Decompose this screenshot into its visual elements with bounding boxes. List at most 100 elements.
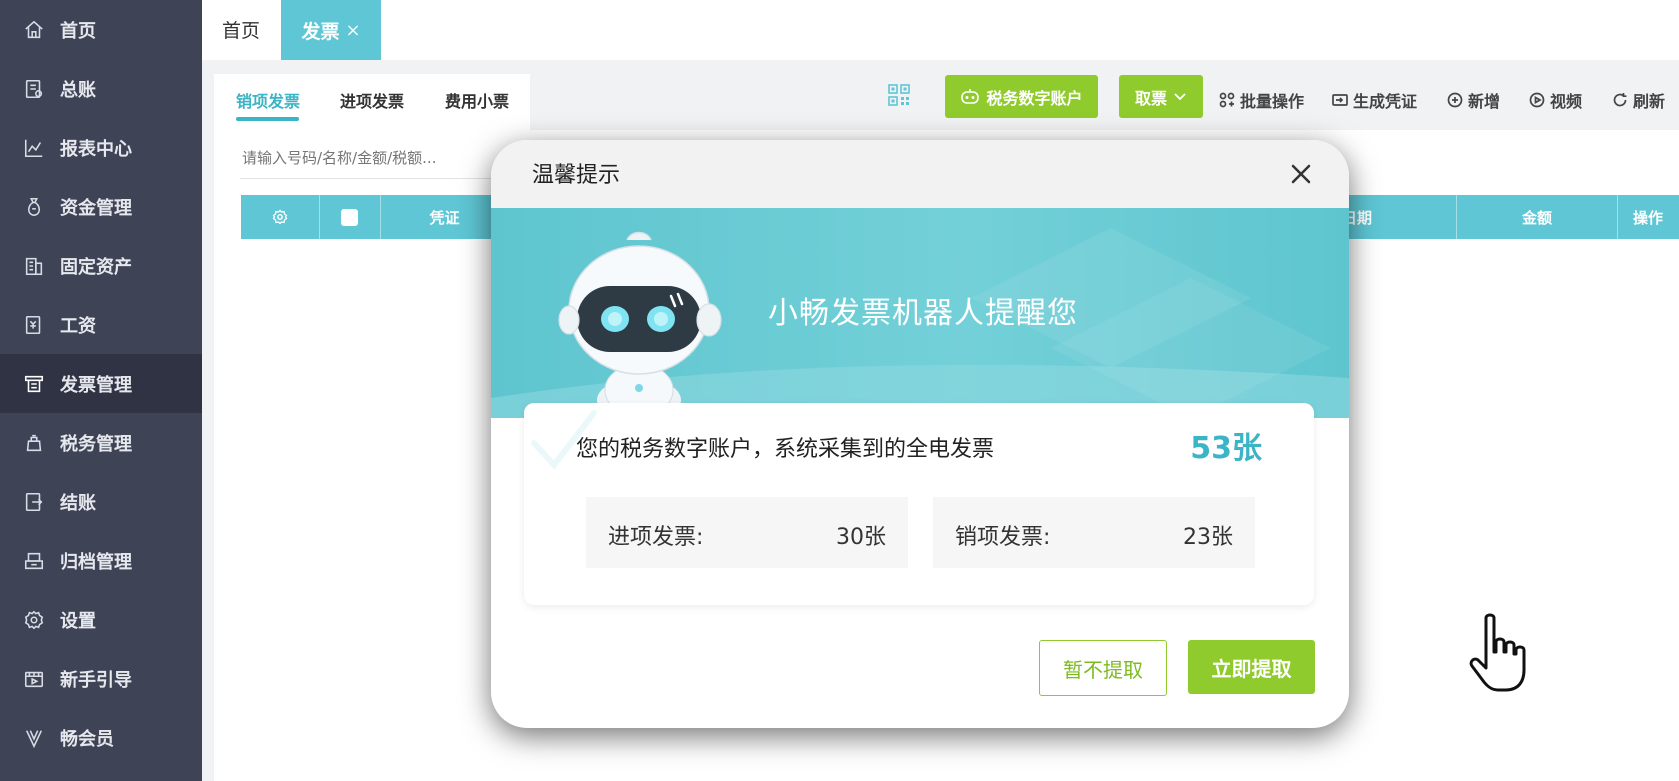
guide-icon: [22, 667, 46, 691]
reminder-dialog: 温馨提示 小畅发票机器人提醒您 您的税务数字账户，系统采集到的全电发票 53张 …: [491, 140, 1349, 728]
tax-icon: [22, 431, 46, 455]
sales-invoice-label: 销项发票:: [955, 525, 1051, 550]
refresh-label: 刷新: [1633, 92, 1666, 111]
plus-circle-icon: [1447, 92, 1463, 108]
building-icon: [22, 254, 46, 278]
sidebar-item-label: 新手引导: [60, 669, 132, 691]
tab-home[interactable]: 首页: [222, 16, 260, 43]
purchase-invoice-label: 进项发票:: [608, 525, 704, 550]
column-header-voucher-label: 凭证: [429, 208, 460, 227]
purchase-invoice-stat: 进项发票: 30张: [586, 497, 908, 568]
invoice-icon: [22, 372, 46, 396]
sidebar-item-label: 总账: [60, 79, 96, 101]
sidebar-item-guide[interactable]: 新手引导: [0, 649, 202, 708]
tax-digital-account-label: 税务数字账户: [986, 88, 1083, 108]
column-header-actions-label: 操作: [1632, 208, 1663, 227]
tab-invoice[interactable]: 发票 ×: [281, 0, 381, 60]
archive-icon: [22, 549, 46, 573]
sidebar-item-label: 税务管理: [60, 433, 132, 455]
select-all-cell: [319, 195, 381, 239]
refresh-button[interactable]: 刷新: [1612, 88, 1665, 112]
batch-operation-button[interactable]: 批量操作: [1219, 88, 1304, 112]
video-label: 视频: [1550, 92, 1583, 111]
sidebar-item-checkout[interactable]: 结账: [0, 472, 202, 531]
generate-voucher-button[interactable]: 生成凭证: [1332, 88, 1417, 112]
search-input[interactable]: [240, 148, 494, 168]
sidebar-item-label: 设置: [60, 610, 96, 632]
sidebar-item-salary[interactable]: 工资: [0, 295, 202, 354]
robot-head-icon: [961, 88, 980, 104]
sidebar-item-label: 固定资产: [60, 256, 132, 278]
tax-digital-account-button[interactable]: 税务数字账户: [945, 75, 1098, 118]
toolbar-strip: [530, 74, 1679, 130]
refresh-icon: [1613, 93, 1627, 107]
qr-code-icon[interactable]: [888, 84, 910, 106]
column-header-actions: 操作: [1617, 195, 1679, 239]
gear-icon: [22, 608, 46, 632]
sidebar-item-archive[interactable]: 归档管理: [0, 531, 202, 590]
sidebar-item-label: 资金管理: [60, 197, 132, 219]
sales-invoice-count: 23张: [1183, 525, 1233, 550]
tab-invoice-label: 发票: [301, 20, 340, 43]
close-icon[interactable]: [1287, 160, 1315, 188]
money-bag-icon: [22, 195, 46, 219]
ledger-icon: [22, 77, 46, 101]
sidebar-item-assets[interactable]: 固定资产: [0, 236, 202, 295]
sidebar-item-home[interactable]: 首页: [0, 0, 202, 59]
sidebar-item-label: 发票管理: [60, 374, 132, 396]
search-box: [240, 148, 500, 179]
fetch-invoice-button[interactable]: 取票: [1119, 75, 1203, 118]
sidebar-item-ledger[interactable]: 总账: [0, 59, 202, 118]
video-button[interactable]: 视频: [1529, 88, 1582, 112]
play-circle-icon: [1529, 92, 1545, 108]
salary-icon: [22, 313, 46, 337]
subtab-purchase-invoice[interactable]: 进项发票: [340, 88, 404, 112]
subtab-underline: [236, 117, 299, 121]
chart-icon: [22, 136, 46, 160]
sidebar-item-label: 归档管理: [60, 551, 132, 573]
subtab-sales-invoice[interactable]: 销项发票: [236, 88, 300, 112]
sidebar-item-label: 畅会员: [60, 728, 114, 750]
dialog-title: 温馨提示: [532, 163, 621, 188]
generate-voucher-label: 生成凭证: [1353, 92, 1418, 111]
extract-later-button[interactable]: 暂不提取: [1039, 640, 1167, 696]
sidebar-item-settings[interactable]: 设置: [0, 590, 202, 649]
column-header-amount-label: 金额: [1521, 208, 1552, 227]
sidebar-item-vip[interactable]: 畅会员: [0, 708, 202, 767]
dialog-banner-text: 小畅发票机器人提醒您: [768, 296, 1078, 331]
sidebar-item-tax[interactable]: 税务管理: [0, 413, 202, 472]
table-settings-cell[interactable]: [241, 195, 320, 239]
close-icon[interactable]: ×: [345, 20, 360, 41]
robot-mascot-icon: [558, 231, 722, 420]
sidebar-item-label: 工资: [60, 315, 96, 337]
dialog-banner: 小畅发票机器人提醒您: [491, 208, 1349, 420]
settings-icon: [272, 209, 288, 225]
sidebar: 首页 总账 报表中心 资金管理 固定资产 工资 发票管理 税务管理 结账 归档管…: [0, 0, 202, 781]
sidebar-item-funds[interactable]: 资金管理: [0, 177, 202, 236]
chevron-down-icon: [1174, 92, 1186, 100]
sidebar-item-label: 报表中心: [60, 138, 132, 160]
sidebar-item-reports[interactable]: 报表中心: [0, 118, 202, 177]
sidebar-item-label: 首页: [60, 20, 96, 42]
summary-message: 您的税务数字账户，系统采集到的全电发票: [576, 437, 995, 462]
hand-pointer-icon: [1469, 613, 1526, 692]
column-header-date: 日期: [1332, 195, 1457, 239]
purchase-invoice-count: 30张: [836, 525, 886, 550]
sidebar-item-invoice[interactable]: 发票管理: [0, 354, 202, 413]
sales-invoice-stat: 销项发票: 23张: [933, 497, 1255, 568]
fetch-invoice-label: 取票: [1134, 88, 1167, 108]
checkout-icon: [22, 490, 46, 514]
batch-icon: [1219, 92, 1235, 108]
subtab-expense-receipt[interactable]: 费用小票: [445, 88, 509, 112]
batch-operation-label: 批量操作: [1240, 92, 1305, 111]
sidebar-item-label: 结账: [60, 492, 96, 514]
vip-icon: [22, 726, 46, 750]
home-icon: [22, 18, 46, 42]
tab-bar: [202, 0, 1679, 60]
select-all-checkbox[interactable]: [341, 208, 358, 226]
extract-now-button[interactable]: 立即提取: [1188, 640, 1315, 694]
total-invoice-count: 53张: [1190, 431, 1262, 466]
column-header-amount: 金额: [1457, 195, 1618, 239]
voucher-icon: [1332, 94, 1348, 106]
add-button[interactable]: 新增: [1447, 88, 1500, 112]
